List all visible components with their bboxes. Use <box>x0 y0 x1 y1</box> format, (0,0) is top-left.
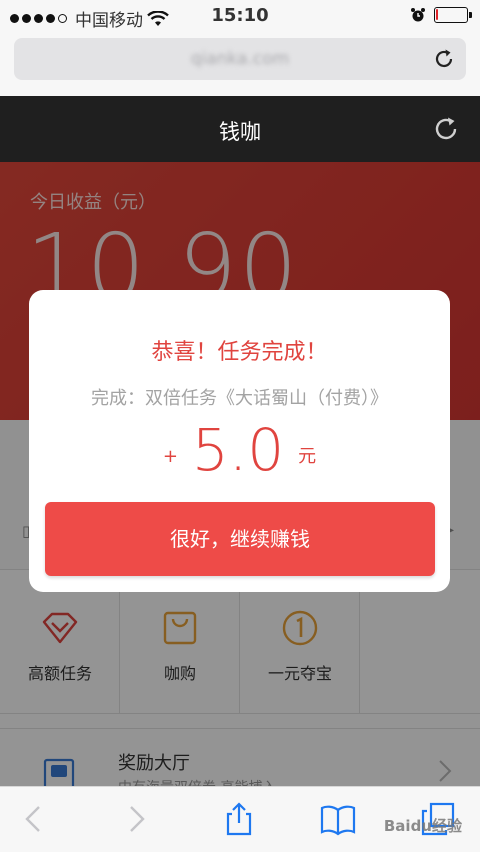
alarm-icon <box>411 8 425 22</box>
bookmarks-icon[interactable] <box>320 801 356 837</box>
battery-icon <box>434 7 472 23</box>
status-time: 15:10 <box>211 5 269 26</box>
browser-address-area: qianka.com <box>0 32 480 96</box>
share-icon[interactable] <box>221 801 257 837</box>
reward-amount: +5.0 元 <box>29 416 450 484</box>
refresh-icon[interactable] <box>432 115 460 143</box>
amount-value: 5.0 <box>191 416 285 484</box>
battery-level <box>436 9 438 20</box>
amount-unit: 元 <box>298 446 317 467</box>
dialog-title: 恭喜！任务完成！ <box>151 340 328 365</box>
reload-icon[interactable] <box>432 47 456 71</box>
watermark: Baidu经验 <box>383 817 462 835</box>
page-title: 钱咖 <box>219 120 261 144</box>
url-text: qianka.com <box>190 49 290 69</box>
forward-icon[interactable] <box>118 801 154 837</box>
back-icon[interactable] <box>16 801 52 837</box>
address-bar[interactable]: qianka.com <box>14 38 466 80</box>
task-complete-dialog: 恭喜！任务完成！ 完成：双倍任务《大话蜀山（付费）》 +5.0 元 很好，继续赚钱 <box>29 290 450 592</box>
dialog-task-text: 完成：双倍任务《大话蜀山（付费）》 <box>91 388 388 409</box>
app-header: 钱咖 <box>0 96 480 162</box>
browser-toolbar: Baidu经验 <box>0 786 480 852</box>
status-right <box>410 7 472 23</box>
continue-earning-button[interactable]: 很好，继续赚钱 <box>45 502 435 576</box>
status-bar: 中国移动 15:10 <box>0 0 480 32</box>
amount-plus: + <box>162 446 178 467</box>
